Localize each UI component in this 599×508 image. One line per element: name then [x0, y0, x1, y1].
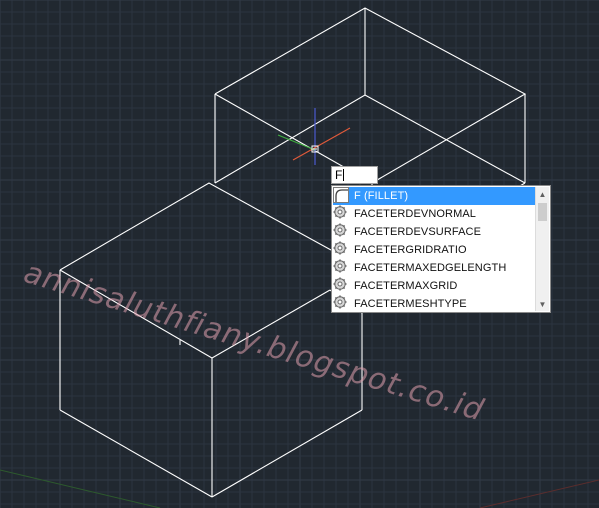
gear-icon	[333, 295, 351, 312]
gear-icon	[333, 277, 351, 294]
autocomplete-item-label: FACETERMAXEDGELENGTH	[354, 262, 507, 274]
autocomplete-item[interactable]: FACETERGRIDRATIO	[333, 241, 535, 259]
scrollbar-thumb[interactable]	[538, 203, 547, 221]
autocomplete-item[interactable]: FACETERDEVSURFACE	[333, 223, 535, 241]
autocomplete-item-label: F (FILLET)	[354, 190, 409, 202]
text-caret	[343, 169, 345, 181]
lower-box-wireframe	[59, 182, 363, 498]
autocomplete-item[interactable]: FACETERMAXEDGELENGTH	[333, 259, 535, 277]
autocomplete-item-label: FACETERMAXGRID	[354, 280, 458, 292]
autocomplete-item[interactable]: FACETERMAXGRID	[333, 277, 535, 295]
fillet-icon	[333, 187, 351, 204]
command-autocomplete-list[interactable]: F (FILLET) FACETERDEVNORMAL FACETERDEVSURF…	[331, 185, 551, 313]
drawing-viewport[interactable]: annisaluthfiany.blogspot.co.id F F (FILL…	[0, 0, 599, 508]
autocomplete-item[interactable]: F (FILLET)	[333, 187, 535, 205]
gear-icon	[333, 223, 351, 240]
autocomplete-item-label: FACETERDEVNORMAL	[354, 208, 477, 220]
gear-icon	[333, 241, 351, 258]
gear-icon	[333, 205, 351, 222]
autocomplete-scrollbar[interactable]: ▲ ▼	[535, 187, 549, 311]
autocomplete-item-label: FACETERDEVSURFACE	[354, 226, 482, 238]
typed-command-text: F	[335, 168, 343, 182]
autocomplete-item-label: FACETERGRIDRATIO	[354, 244, 467, 256]
autocomplete-item-label: FACETERMESHTYPE	[354, 298, 467, 310]
scroll-down-arrow-icon[interactable]: ▼	[536, 297, 549, 311]
gear-icon	[333, 259, 351, 276]
autocomplete-item[interactable]: FACETERMESHTYPE	[333, 295, 535, 312]
scroll-up-arrow-icon[interactable]: ▲	[536, 187, 549, 201]
autocomplete-item[interactable]: FACETERDEVNORMAL	[333, 205, 535, 223]
dynamic-command-input[interactable]: F	[331, 166, 378, 184]
